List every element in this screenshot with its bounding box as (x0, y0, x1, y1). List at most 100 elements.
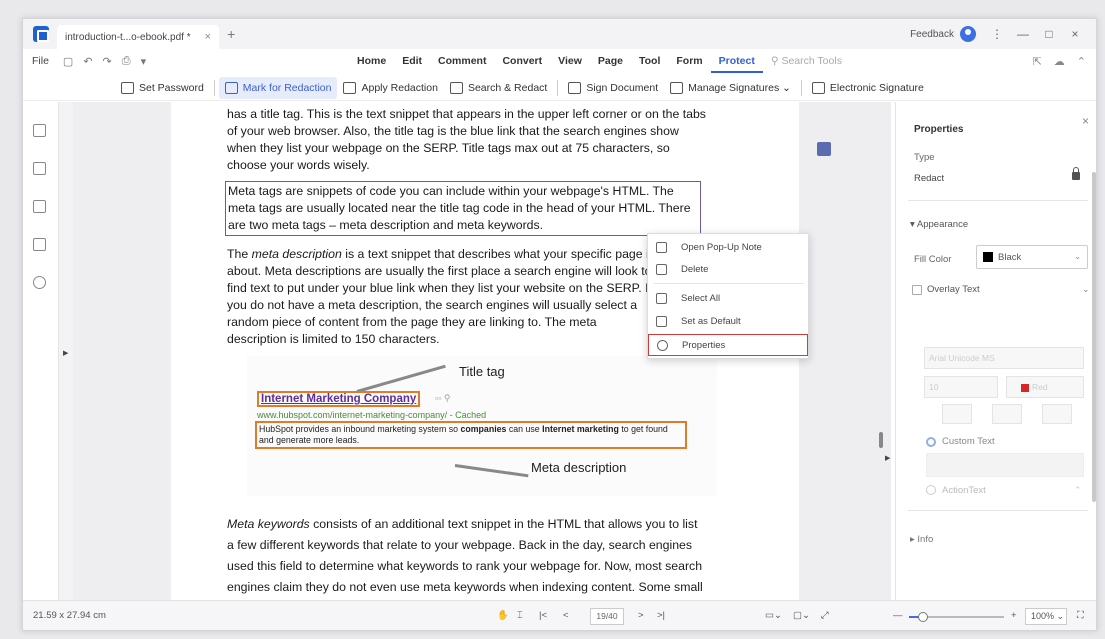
file-menu[interactable]: File (32, 55, 49, 67)
fill-color-swatch (983, 252, 993, 262)
menu-view[interactable]: View (550, 49, 590, 73)
lock-icon[interactable] (1072, 167, 1080, 180)
chevron-up-icon[interactable]: ⌃ (1074, 485, 1082, 496)
zoom-out-icon[interactable]: — (893, 610, 903, 621)
custom-text-input[interactable] (926, 453, 1084, 477)
apply-redaction-button[interactable]: Apply Redaction (337, 77, 443, 99)
set-password-button[interactable]: Set Password (115, 77, 210, 99)
electronic-signature-button[interactable]: Electronic Signature (806, 77, 930, 99)
status-bar: 21.59 x 27.94 cm ✋ ⌶ |< < 19/40 > >| ▭⌄ … (23, 600, 1096, 630)
menu-tool[interactable]: Tool (631, 49, 668, 73)
action-text-radio[interactable] (926, 485, 936, 495)
overlay-text-checkbox[interactable] (912, 285, 922, 295)
thumbnails-icon[interactable] (33, 124, 46, 137)
desc-c: can use (506, 424, 543, 434)
menu-properties[interactable]: Properties (648, 334, 808, 356)
menu-page[interactable]: Page (590, 49, 631, 73)
close-window-button[interactable]: × (1062, 27, 1088, 41)
maximize-button[interactable]: □ (1036, 27, 1062, 41)
menu-open-popup-note[interactable]: Open Pop-Up Note (648, 236, 808, 258)
menu-select-all[interactable]: Select All (648, 287, 808, 309)
menu-delete[interactable]: Delete (648, 258, 808, 280)
fill-color-dropdown[interactable]: Black ⌄ (976, 245, 1088, 269)
cloud-upload-icon[interactable]: ☁ (1054, 55, 1065, 68)
hand-tool-icon[interactable]: ✋ (497, 610, 509, 621)
close-icon[interactable]: × (1082, 114, 1089, 128)
collapse-ribbon-icon[interactable]: ⌃ (1077, 55, 1086, 68)
action-text-label: ActionText (942, 485, 986, 496)
document-tab[interactable]: introduction-t...o-ebook.pdf * × (57, 25, 220, 49)
text-color-dropdown[interactable]: Red (1006, 376, 1084, 398)
type-value: Redact (914, 173, 945, 184)
main-menu: Home Edit Comment Convert View Page Tool… (349, 49, 850, 73)
gear-icon (657, 339, 668, 351)
attachments-icon[interactable] (33, 238, 46, 251)
feedback-link[interactable]: Feedback (910, 29, 954, 40)
chevron-down-icon[interactable]: ⌄ (1082, 284, 1090, 295)
fit-page-icon[interactable]: ▢⌄ (793, 610, 810, 621)
last-page-icon[interactable]: >| (657, 610, 665, 621)
menu-convert[interactable]: Convert (494, 49, 550, 73)
fill-color-value: Black (998, 251, 1022, 263)
fit-width-icon[interactable]: ⤢ (821, 610, 829, 621)
set-password-label: Set Password (139, 81, 204, 94)
new-tab-button[interactable]: + (227, 26, 235, 42)
align-center-button[interactable] (992, 404, 1022, 424)
zoom-slider-handle[interactable] (918, 612, 929, 622)
select-tool-icon[interactable]: ⌶ (517, 610, 523, 621)
menu-edit[interactable]: Edit (394, 49, 430, 73)
minimize-button[interactable]: — (1010, 27, 1036, 41)
mark-for-redaction-button[interactable]: Mark for Redaction (218, 76, 338, 99)
document-scrollbar[interactable] (879, 432, 883, 448)
page-number-input[interactable]: 19/40 (590, 608, 624, 625)
quick-access-toolbar: ▢ ↶ ↷ ⎙ ▾ (63, 55, 146, 68)
bookmarks-icon[interactable] (33, 162, 46, 175)
search-redact-icon (449, 81, 463, 94)
menu-divider (654, 283, 804, 284)
menu-form[interactable]: Form (668, 49, 710, 73)
redaction-marked-paragraph[interactable]: Meta tags are snippets of code you can i… (225, 181, 701, 236)
desc-d: Internet marketing (542, 424, 619, 434)
custom-text-radio[interactable] (926, 437, 936, 447)
menu-set-as-default[interactable]: Set as Default (648, 310, 808, 332)
more-options-button[interactable]: ⋮ (984, 27, 1010, 41)
undo-icon[interactable]: ↶ (83, 55, 92, 68)
share-icon[interactable]: ⇱ (1033, 55, 1042, 68)
properties-scrollbar[interactable] (1092, 172, 1096, 502)
sign-document-button[interactable]: Sign Document (562, 77, 664, 99)
comments-icon[interactable] (33, 200, 46, 213)
menu-comment[interactable]: Comment (430, 49, 494, 73)
font-dropdown[interactable]: Arial Unicode MS (924, 347, 1084, 369)
search-tools-input[interactable]: ⚲ Search Tools (763, 49, 850, 73)
menu-protect[interactable]: Protect (710, 49, 763, 73)
previous-page-icon[interactable]: < (563, 610, 569, 621)
serp-cache-icons: ▫▫ ⚲ (435, 393, 451, 403)
word-convert-icon[interactable] (817, 142, 831, 156)
fullscreen-icon[interactable]: ⛶ (1077, 610, 1084, 621)
customize-dropdown-icon[interactable]: ▾ (141, 55, 147, 68)
align-right-button[interactable] (1042, 404, 1072, 424)
font-size-dropdown[interactable]: 10 (924, 376, 998, 398)
manage-signatures-button[interactable]: Manage Signatures ⌄ (664, 77, 797, 99)
zoom-level-dropdown[interactable]: 100% ⌄ (1025, 608, 1067, 625)
signature-icon (670, 81, 684, 94)
menu-home[interactable]: Home (349, 49, 394, 73)
appearance-section[interactable]: ▾ Appearance (910, 219, 968, 230)
tab-close-icon[interactable]: × (205, 31, 211, 43)
next-page-icon[interactable]: > (638, 610, 644, 621)
search-icon[interactable] (33, 276, 46, 289)
print-icon[interactable]: ⎙ (122, 55, 131, 68)
zoom-slider[interactable] (909, 612, 1004, 622)
search-redact-button[interactable]: Search & Redact (444, 77, 553, 99)
info-section[interactable]: ▸ Info (910, 534, 933, 545)
redo-icon[interactable]: ↷ (103, 55, 112, 68)
expand-left-panel-icon[interactable]: ▶ (63, 349, 68, 357)
zoom-in-icon[interactable]: + (1011, 610, 1017, 621)
search-redact-label: Search & Redact (467, 81, 548, 94)
user-avatar-icon[interactable] (960, 26, 976, 42)
align-left-button[interactable] (942, 404, 972, 424)
expand-right-panel-icon[interactable]: ▶ (885, 454, 890, 462)
page-display-mode-icon[interactable]: ▭⌄ (765, 610, 782, 621)
first-page-icon[interactable]: |< (539, 610, 547, 621)
save-icon[interactable]: ▢ (63, 55, 73, 68)
